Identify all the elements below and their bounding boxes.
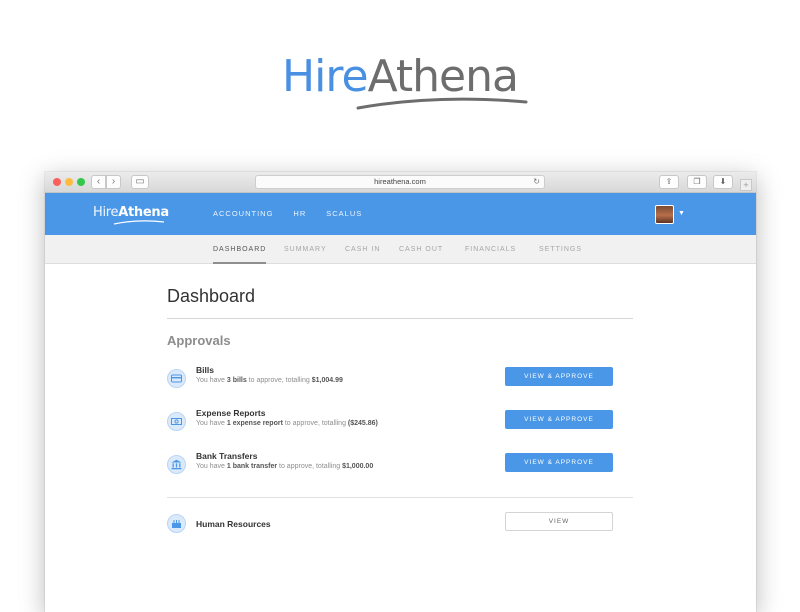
approval-title: Bank Transfers [196,451,258,461]
hero-logo-athena: Athena [367,51,519,102]
chevron-right-icon[interactable]: › [106,175,121,189]
share-icon[interactable]: ⇪ [659,175,679,189]
top-nav-scalus[interactable]: SCALUS [326,193,362,235]
approval-description: You have 1 expense report to approve, to… [196,420,378,427]
view-button[interactable]: VIEW [505,512,613,531]
main-content: Dashboard Approvals Bills You have 3 bil… [167,286,633,550]
hero-logo: HireAthena [0,51,800,110]
cake-icon [167,514,186,533]
browser-window: ‹ › ▭ hireathena.com ↻ ⇪ ❐ ⬇ + HireAthen… [45,172,756,612]
hero-logo-hire: Hire [282,51,369,102]
cash-icon [167,412,186,431]
view-approve-button[interactable]: VIEW & APPROVE [505,410,613,429]
approvals-heading: Approvals [167,333,231,348]
tab-financials[interactable]: FINANCIALS [465,235,516,264]
tab-dashboard[interactable]: DASHBOARD [213,235,267,264]
tab-summary[interactable]: SUMMARY [284,235,327,264]
avatar[interactable] [655,205,674,224]
approval-row-expense-reports: Expense Reports You have 1 expense repor… [167,408,633,451]
approval-description: You have 1 bank transfer to approve, tot… [196,463,374,470]
hr-row: Human Resources VIEW [167,512,633,550]
hero-wordmark: HireAthena [282,51,528,110]
minimize-window-button[interactable] [65,178,73,186]
top-nav: ACCOUNTING HR SCALUS [213,193,382,235]
browser-toolbar: ‹ › ▭ hireathena.com ↻ ⇪ ❐ ⬇ + [45,172,756,193]
approval-title: Bills [196,365,214,375]
hr-title: Human Resources [196,519,271,529]
divider [167,318,633,319]
credit-card-icon [167,369,186,388]
tab-cash-out[interactable]: CASH OUT [399,235,443,264]
page-title: Dashboard [167,286,256,306]
sub-nav: DASHBOARD SUMMARY CASH IN CASH OUT FINAN… [45,235,756,264]
reload-icon[interactable]: ↻ [533,176,540,188]
url-text: hireathena.com [374,177,426,186]
app-header: HireAthena ACCOUNTING HR SCALUS ▼ [45,193,756,235]
caret-down-icon[interactable]: ▼ [678,210,685,217]
logo-swoosh-icon [356,97,528,110]
tab-cash-in[interactable]: CASH IN [345,235,380,264]
app-logo-athena: Athena [118,205,169,220]
top-nav-accounting[interactable]: ACCOUNTING [213,193,273,235]
plus-icon[interactable]: + [740,179,752,191]
zoom-window-button[interactable] [77,178,85,186]
approval-row-bank-transfers: Bank Transfers You have 1 bank transfer … [167,451,633,494]
app-logo-hire: Hire [93,205,119,220]
approval-row-bills: Bills You have 3 bills to approve, total… [167,365,633,408]
sidebar-icon[interactable]: ▭ [131,175,149,189]
divider [167,497,633,498]
app-logo-swoosh-icon [113,220,165,225]
view-approve-button[interactable]: VIEW & APPROVE [505,453,613,472]
chevron-left-icon[interactable]: ‹ [91,175,106,189]
download-icon[interactable]: ⬇ [713,175,733,189]
bank-icon [167,455,186,474]
approval-title: Expense Reports [196,408,266,418]
view-approve-button[interactable]: VIEW & APPROVE [505,367,613,386]
app-logo[interactable]: HireAthena [93,205,169,225]
approval-description: You have 3 bills to approve, totalling $… [196,377,343,384]
tabs-icon[interactable]: ❐ [687,175,707,189]
tab-settings[interactable]: SETTINGS [539,235,582,264]
address-bar[interactable]: hireathena.com ↻ [255,175,545,189]
top-nav-hr[interactable]: HR [293,193,306,235]
close-window-button[interactable] [53,178,61,186]
